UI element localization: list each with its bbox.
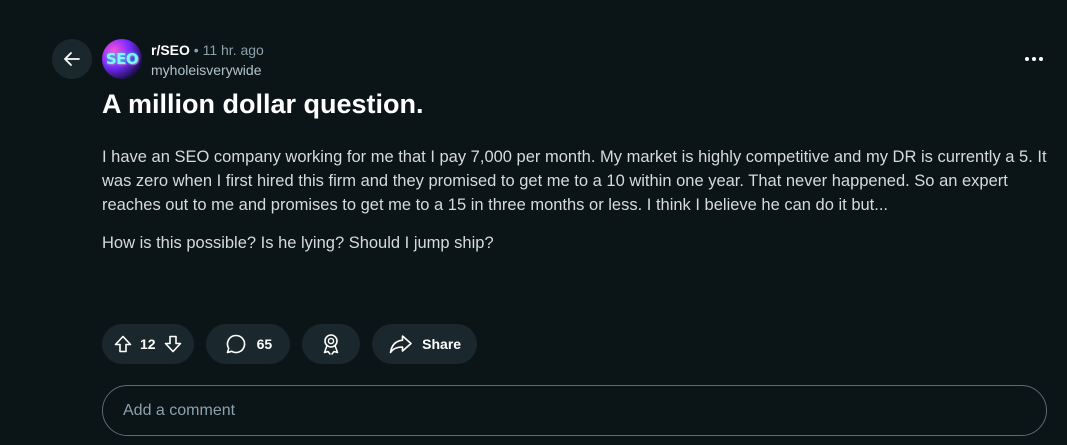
upvote-button[interactable] [112, 333, 134, 355]
author-username[interactable]: myholeisverywide [151, 61, 261, 79]
post-actions: 12 65 Share [102, 324, 478, 364]
more-options-button[interactable] [1018, 45, 1050, 73]
award-icon [323, 334, 339, 355]
award-button[interactable] [302, 324, 361, 364]
post-age: 11 hr. ago [202, 42, 264, 58]
comment-bubble-icon [226, 334, 245, 354]
meta-separator: • [193, 42, 199, 58]
share-arrow-icon [389, 335, 412, 354]
comment-placeholder: Add a comment [123, 401, 236, 419]
subreddit-avatar[interactable]: SEO [102, 39, 142, 79]
post-body: I have an SEO company working for me tha… [102, 145, 1047, 255]
post-paragraph: I have an SEO company working for me tha… [102, 148, 1047, 214]
post-title: A million dollar question. [102, 89, 424, 119]
vote-count: 12 [140, 336, 156, 352]
back-button[interactable] [52, 39, 92, 79]
share-button[interactable]: Share [372, 324, 478, 364]
downvote-button[interactable] [162, 333, 184, 355]
avatar-logo-text: SEO [105, 50, 139, 68]
add-comment-input[interactable]: Add a comment [102, 385, 1047, 436]
subreddit-link[interactable]: r/SEO [151, 42, 190, 58]
comments-button[interactable]: 65 [205, 324, 291, 364]
comment-count: 65 [256, 336, 273, 352]
more-horizontal-icon [1025, 57, 1029, 61]
arrow-up-icon [114, 335, 132, 353]
vote-control: 12 [102, 324, 194, 364]
arrow-left-icon [64, 52, 80, 66]
post-paragraph: How is this possible? Is he lying? Shoul… [102, 234, 494, 252]
post-meta: r/SEO • 11 hr. ago [151, 41, 264, 59]
share-label: Share [422, 336, 462, 352]
arrow-down-icon [164, 335, 181, 353]
